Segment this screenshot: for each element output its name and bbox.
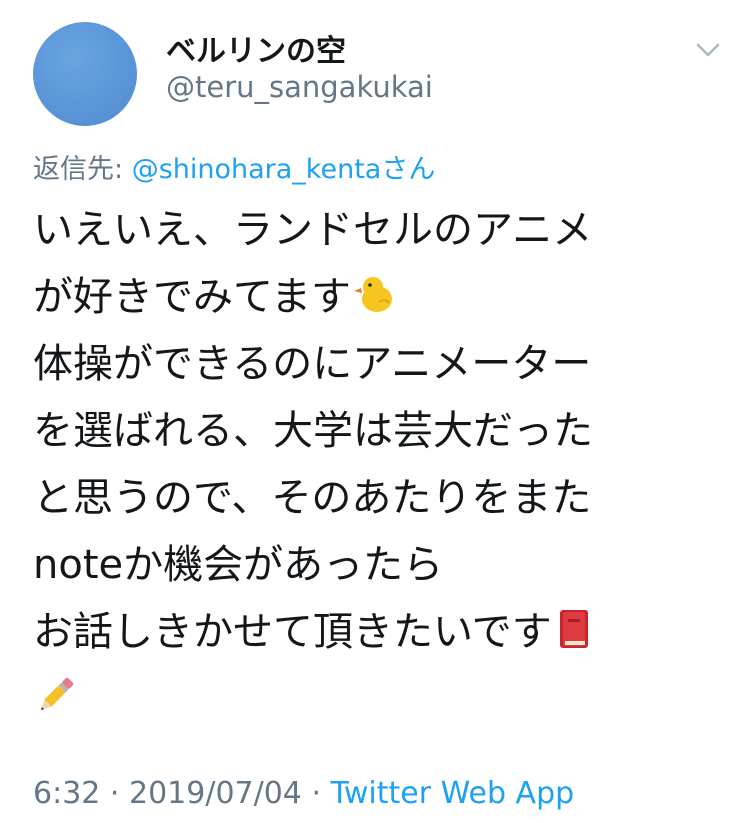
tweet-text: いえいえ、ランドセルのアニメ が好きでみてます 体操ができるのにアニメーター を…: [33, 197, 723, 733]
reply-target-link[interactable]: @shinohara_kentaさん: [132, 154, 436, 185]
reply-label: 返信先:: [33, 154, 132, 185]
tweet-time[interactable]: 6:32: [33, 776, 100, 811]
chick-emoji-icon: [354, 277, 392, 312]
tweet-line: と思うので、そのあたりをまた: [33, 475, 592, 521]
display-name[interactable]: ベルリンの空: [166, 26, 346, 70]
separator: ·: [100, 776, 129, 811]
tweet-line: を選ばれる、大学は芸大だった: [33, 408, 593, 454]
tweet-line-text: が好きでみてます: [33, 274, 351, 320]
avatar[interactable]: [33, 22, 137, 126]
tweet-line: いえいえ、ランドセルのアニメ: [33, 207, 593, 253]
user-handle[interactable]: @teru_sangakukai: [166, 70, 433, 104]
tweet-line: お話しきかせて頂きたいです: [33, 599, 723, 666]
reply-context: 返信先: @shinohara_kentaさん: [33, 147, 435, 186]
separator: ·: [301, 776, 331, 811]
tweet-line: [33, 666, 723, 733]
tweet-source-link[interactable]: Twitter Web App: [331, 776, 575, 811]
book-emoji-icon: [559, 610, 588, 648]
pencil-emoji-icon: [40, 677, 74, 711]
tweet-card: ベルリンの空 @teru_sangakukai 返信先: @shinohara_…: [0, 0, 750, 823]
tweet-line: noteか機会があったら: [33, 542, 444, 588]
chevron-down-icon[interactable]: [694, 40, 722, 60]
tweet-line: 体操ができるのにアニメーター: [33, 341, 592, 387]
tweet-date[interactable]: 2019/07/04: [129, 776, 302, 811]
tweet-line-text: お話しきかせて頂きたいです: [33, 609, 552, 655]
tweet-footer: 6:32 · 2019/07/04 · Twitter Web App: [33, 776, 574, 811]
tweet-line: が好きでみてます: [33, 264, 723, 331]
